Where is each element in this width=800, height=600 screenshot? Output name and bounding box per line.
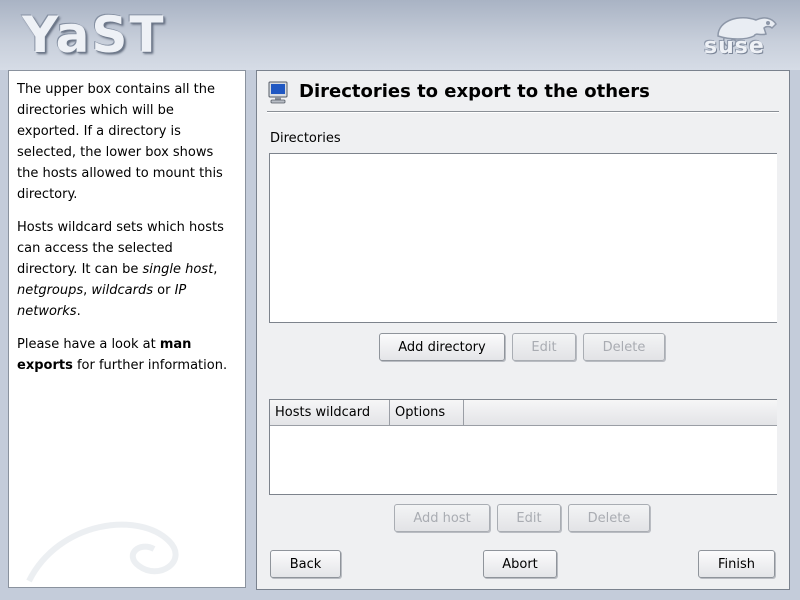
help-paragraph-3: Please have a look at man exports for fu…: [17, 337, 228, 373]
back-button[interactable]: Back: [270, 550, 341, 578]
yast-logo: YaST: [22, 6, 166, 64]
directories-label: Directories: [270, 131, 341, 146]
delete-host-button[interactable]: Delete: [568, 504, 650, 532]
column-header-options[interactable]: Options: [390, 400, 464, 425]
hosts-table[interactable]: Hosts wildcard Options: [269, 399, 777, 495]
header-banner: YaST suse: [0, 0, 800, 70]
background-swirl-icon: [26, 521, 179, 583]
column-header-hosts-wildcard[interactable]: Hosts wildcard: [270, 400, 390, 425]
edit-host-button[interactable]: Edit: [497, 504, 561, 532]
finish-button[interactable]: Finish: [698, 550, 775, 578]
abort-button[interactable]: Abort: [483, 550, 557, 578]
hosts-table-header: Hosts wildcard Options: [270, 400, 777, 426]
page-title: Directories to export to the others: [299, 81, 650, 102]
help-panel: The upper box contains all the directori…: [8, 70, 246, 588]
add-host-button[interactable]: Add host: [394, 504, 490, 532]
add-directory-button[interactable]: Add directory: [379, 333, 505, 361]
help-paragraph-1: The upper box contains all the directori…: [17, 82, 223, 202]
suse-logo-text: suse: [704, 34, 765, 59]
edit-directory-button[interactable]: Edit: [512, 333, 576, 361]
monitor-icon: [268, 81, 288, 104]
directories-list[interactable]: [269, 153, 777, 323]
main-panel: Directories to export to the others Dire…: [256, 70, 790, 590]
title-divider: [267, 111, 779, 113]
delete-directory-button[interactable]: Delete: [583, 333, 665, 361]
help-paragraph-2: Hosts wildcard sets which hosts can acce…: [17, 220, 224, 319]
